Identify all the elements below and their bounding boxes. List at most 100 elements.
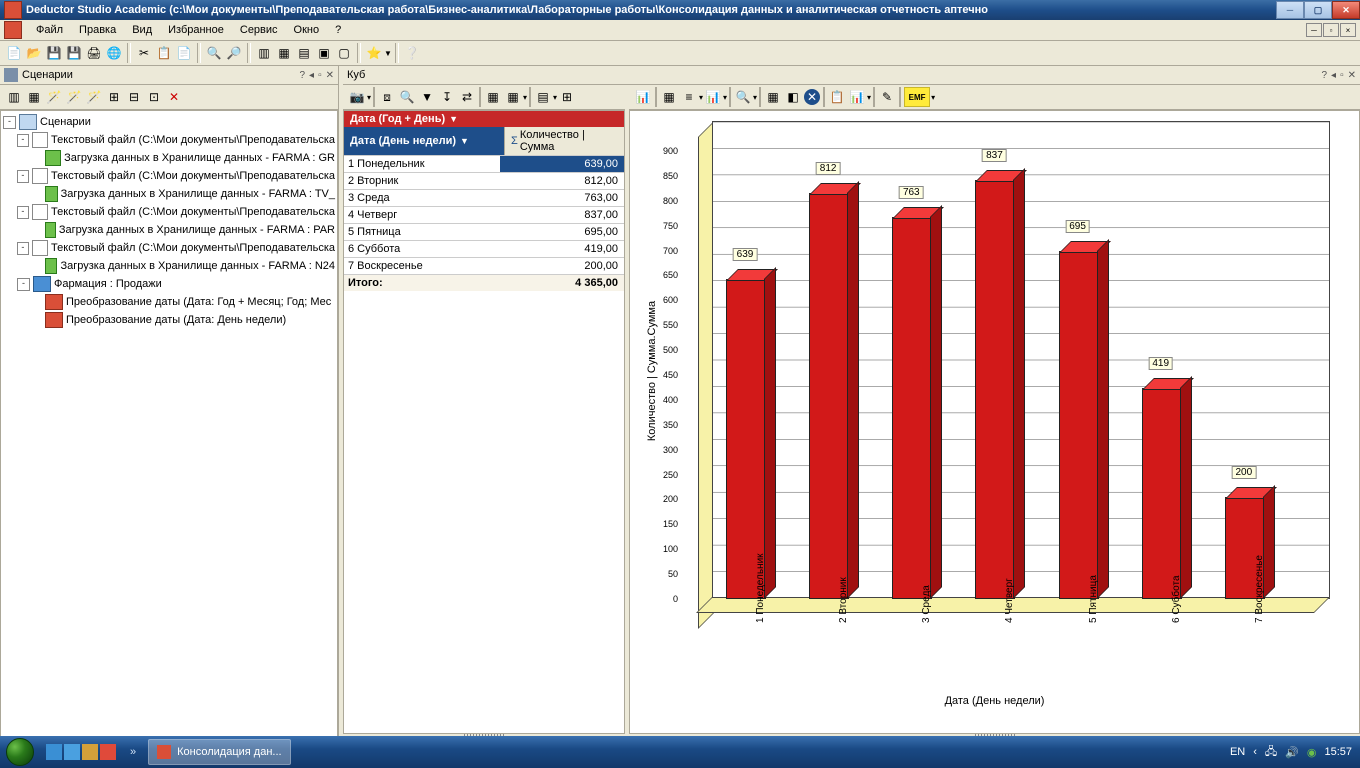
ql-app1-icon[interactable] <box>82 744 98 760</box>
sc-delete-icon[interactable]: ✕ <box>165 88 183 106</box>
print-icon[interactable]: 🖨 <box>85 44 103 62</box>
cube-pin-icon[interactable]: ◂ <box>1331 70 1336 81</box>
findnext-icon[interactable]: 🔎 <box>225 44 243 62</box>
panel-opt-icon[interactable]: ▫ <box>318 70 322 81</box>
tree-node[interactable]: Загрузка данных в Хранилище данных - FAR… <box>3 185 335 203</box>
tree-root[interactable]: -Сценарии <box>3 113 335 131</box>
star-dropdown-icon[interactable]: ▼ <box>384 49 392 58</box>
globe-icon[interactable]: 🌐 <box>105 44 123 62</box>
panel3-icon[interactable]: ▤ <box>295 44 313 62</box>
pt-sort-icon[interactable]: ↧ <box>438 88 456 106</box>
panel2-icon[interactable]: ▦ <box>275 44 293 62</box>
close-button[interactable]: ✕ <box>1332 1 1360 19</box>
cube-opt-icon[interactable]: ▫ <box>1340 70 1344 81</box>
panel-help-icon[interactable]: ? <box>299 70 305 81</box>
panel-close-icon[interactable]: ✕ <box>326 70 334 81</box>
ql-overflow-icon[interactable]: » <box>122 746 144 758</box>
tray-time[interactable]: 15:57 <box>1324 746 1352 758</box>
sc-tree1-icon[interactable]: ⊞ <box>105 88 123 106</box>
sc-tb1-icon[interactable]: ▥ <box>5 88 23 106</box>
saveas-icon[interactable]: 💾 <box>65 44 83 62</box>
mdi-close-button[interactable]: × <box>1340 23 1356 37</box>
mdi-restore-button[interactable]: ▫ <box>1323 23 1339 37</box>
sc-wiz1-icon[interactable]: 🪄 <box>45 88 63 106</box>
pivot-col-header[interactable]: Дата (День недели)▼ <box>344 127 504 155</box>
sc-wiz3-icon[interactable]: 🪄 <box>85 88 103 106</box>
pivot-row[interactable]: 2 Вторник812,00 <box>344 172 624 189</box>
pivot-row[interactable]: 5 Пятница695,00 <box>344 223 624 240</box>
ct-chart2-icon[interactable]: 📊 <box>848 88 866 106</box>
ql-app2-icon[interactable] <box>100 744 116 760</box>
pivot-table[interactable]: Дата (Год + День)▼ Дата (День недели)▼ Σ… <box>343 110 625 734</box>
pt-cube-icon[interactable]: ⧈ <box>378 88 396 106</box>
menu-view[interactable]: Вид <box>124 24 160 36</box>
menu-file[interactable]: Файл <box>28 24 71 36</box>
pivot-row[interactable]: 4 Четверг837,00 <box>344 206 624 223</box>
pivot-row[interactable]: 1 Понедельник639,00 <box>344 155 624 172</box>
tray-net-icon[interactable]: 🖧 <box>1265 743 1277 762</box>
cube-help-icon[interactable]: ? <box>1321 70 1327 81</box>
pivot-row[interactable]: 3 Среда763,00 <box>344 189 624 206</box>
star-icon[interactable]: ⭐ <box>365 44 383 62</box>
ct-legend-icon[interactable]: ◧ <box>784 88 802 106</box>
tree-node[interactable]: Преобразование даты (Дата: День недели) <box>3 311 335 329</box>
start-button[interactable] <box>0 736 40 768</box>
minimize-button[interactable]: ─ <box>1276 1 1304 19</box>
ct-type-icon[interactable]: 📊 <box>634 88 652 106</box>
find-icon[interactable]: 🔍 <box>205 44 223 62</box>
maximize-button[interactable]: ▢ <box>1304 1 1332 19</box>
pt-fit-icon[interactable]: ⊞ <box>558 88 576 106</box>
cube-close-icon[interactable]: ✕ <box>1348 70 1356 81</box>
sc-tb2-icon[interactable]: ▦ <box>25 88 43 106</box>
tray-lang[interactable]: EN <box>1230 746 1245 758</box>
tray-vol-icon[interactable]: 🔊 <box>1285 746 1299 759</box>
pt-grid1-icon[interactable]: ▦ <box>484 88 502 106</box>
pivot-row[interactable]: 7 Воскресенье200,00 <box>344 257 624 274</box>
ct-brush-icon[interactable]: ✎ <box>878 88 896 106</box>
ct-copy-icon[interactable]: 📋 <box>828 88 846 106</box>
ct-table-icon[interactable]: ▦ <box>660 88 678 106</box>
sc-wiz2-icon[interactable]: 🪄 <box>65 88 83 106</box>
tree-node[interactable]: -Текстовый файл (C:\Мои документы\Препод… <box>3 131 335 149</box>
tree-node[interactable]: Загрузка данных в Хранилище данных - FAR… <box>3 221 335 239</box>
taskbar-app-button[interactable]: Консолидация дан... <box>148 739 290 765</box>
scenario-tree[interactable]: -Сценарии -Текстовый файл (C:\Мои докуме… <box>0 110 338 738</box>
ct-emf-icon[interactable]: EMF <box>904 87 930 107</box>
tree-node[interactable]: Преобразование даты (Дата: Год + Месяц; … <box>3 293 335 311</box>
panel-pin-icon[interactable]: ◂ <box>309 70 314 81</box>
sc-tree2-icon[interactable]: ⊟ <box>125 88 143 106</box>
panel4-icon[interactable]: ▣ <box>315 44 333 62</box>
pivot-row[interactable]: 6 Суббота419,00 <box>344 240 624 257</box>
paste-icon[interactable]: 📄 <box>175 44 193 62</box>
menu-help[interactable]: ? <box>327 24 349 36</box>
sc-tree3-icon[interactable]: ⊡ <box>145 88 163 106</box>
pivot-row-header[interactable]: Дата (Год + День)▼ <box>344 111 624 127</box>
pt-filter-icon[interactable]: ▼ <box>418 88 436 106</box>
tray-sec-icon[interactable]: ◉ <box>1307 746 1317 759</box>
new-icon[interactable]: 📄 <box>5 44 23 62</box>
help-icon[interactable]: ❔ <box>403 44 421 62</box>
menu-svc[interactable]: Сервис <box>232 24 286 36</box>
panel5-icon[interactable]: ▢ <box>335 44 353 62</box>
pt-col-icon[interactable]: ▤ <box>534 88 552 106</box>
pt-grid2-icon[interactable]: ▦ <box>504 88 522 106</box>
ct-zoom-icon[interactable]: 🔍 <box>734 88 752 106</box>
menu-edit[interactable]: Правка <box>71 24 124 36</box>
save-icon[interactable]: 💾 <box>45 44 63 62</box>
dropdown-icon[interactable]: ▼ <box>460 136 469 146</box>
tree-node[interactable]: Загрузка данных в Хранилище данных - FAR… <box>3 257 335 275</box>
tree-node[interactable]: -Текстовый файл (C:\Мои документы\Препод… <box>3 167 335 185</box>
menu-win[interactable]: Окно <box>286 24 328 36</box>
panel1-icon[interactable]: ▥ <box>255 44 273 62</box>
tree-node[interactable]: -Текстовый файл (C:\Мои документы\Препод… <box>3 203 335 221</box>
cut-icon[interactable]: ✂ <box>135 44 153 62</box>
dropdown-icon[interactable]: ▼ <box>449 114 458 124</box>
tree-node[interactable]: Загрузка данных в Хранилище данных - FAR… <box>3 149 335 167</box>
ql-explorer-icon[interactable] <box>46 744 62 760</box>
chart-area[interactable]: Количество | Сумма.Сумма 050100150200250… <box>629 110 1360 734</box>
open-icon[interactable]: 📂 <box>25 44 43 62</box>
tree-node[interactable]: -Фармация : Продажи <box>3 275 335 293</box>
pt-camera-icon[interactable]: 📷 <box>348 88 366 106</box>
pt-swap-icon[interactable]: ⇄ <box>458 88 476 106</box>
copy-icon[interactable]: 📋 <box>155 44 173 62</box>
